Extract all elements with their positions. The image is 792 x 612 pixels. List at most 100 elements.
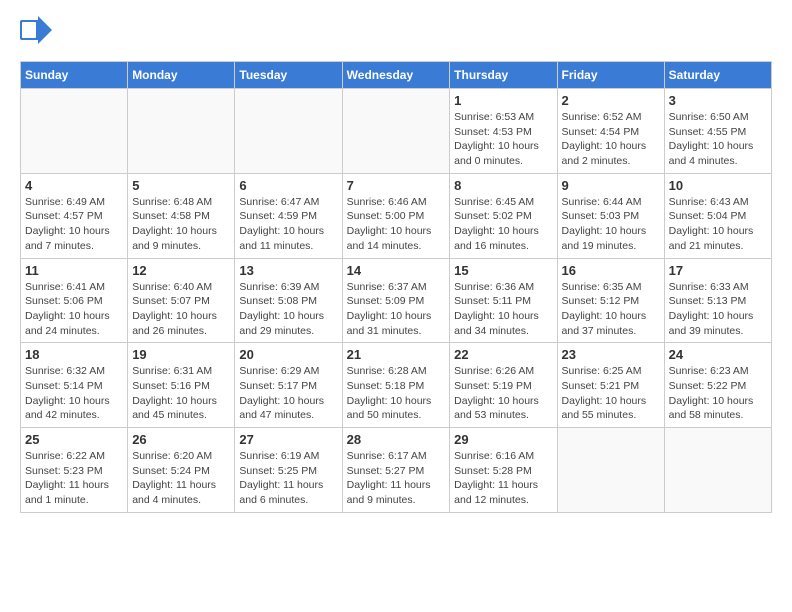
calendar-day-cell: 19 Sunrise: 6:31 AMSunset: 5:16 PMDayligh… [128, 343, 235, 428]
day-info: Sunrise: 6:46 AMSunset: 5:00 PMDaylight:… [347, 195, 446, 254]
day-number: 10 [669, 178, 767, 193]
calendar-day-cell [21, 89, 128, 174]
day-info: Sunrise: 6:26 AMSunset: 5:19 PMDaylight:… [454, 364, 552, 423]
calendar-day-cell: 28 Sunrise: 6:17 AMSunset: 5:27 PMDayligh… [342, 428, 450, 513]
day-info: Sunrise: 6:36 AMSunset: 5:11 PMDaylight:… [454, 280, 552, 339]
day-info: Sunrise: 6:29 AMSunset: 5:17 PMDaylight:… [239, 364, 337, 423]
day-number: 2 [562, 93, 660, 108]
day-number: 19 [132, 347, 230, 362]
day-info: Sunrise: 6:23 AMSunset: 5:22 PMDaylight:… [669, 364, 767, 423]
day-number: 15 [454, 263, 552, 278]
calendar-day-cell: 15 Sunrise: 6:36 AMSunset: 5:11 PMDayligh… [450, 258, 557, 343]
calendar-day-cell [557, 428, 664, 513]
day-number: 8 [454, 178, 552, 193]
day-info: Sunrise: 6:40 AMSunset: 5:07 PMDaylight:… [132, 280, 230, 339]
day-info: Sunrise: 6:32 AMSunset: 5:14 PMDaylight:… [25, 364, 123, 423]
calendar-day-cell: 22 Sunrise: 6:26 AMSunset: 5:19 PMDayligh… [450, 343, 557, 428]
day-info: Sunrise: 6:52 AMSunset: 4:54 PMDaylight:… [562, 110, 660, 169]
day-number: 13 [239, 263, 337, 278]
day-info: Sunrise: 6:49 AMSunset: 4:57 PMDaylight:… [25, 195, 123, 254]
day-info: Sunrise: 6:31 AMSunset: 5:16 PMDaylight:… [132, 364, 230, 423]
day-info: Sunrise: 6:44 AMSunset: 5:03 PMDaylight:… [562, 195, 660, 254]
calendar-day-cell: 23Sunrise: 6:25 AMSunset: 5:21 PMDayligh… [557, 343, 664, 428]
day-number: 22 [454, 347, 552, 362]
weekday-header-cell: Friday [557, 62, 664, 89]
day-info: Sunrise: 6:43 AMSunset: 5:04 PMDaylight:… [669, 195, 767, 254]
day-number: 29 [454, 432, 552, 447]
logo [20, 16, 56, 49]
calendar-day-cell: 4 Sunrise: 6:49 AMSunset: 4:57 PMDaylight… [21, 173, 128, 258]
day-number: 3 [669, 93, 767, 108]
calendar-day-cell: 29 Sunrise: 6:16 AMSunset: 5:28 PMDayligh… [450, 428, 557, 513]
calendar-day-cell: 3 Sunrise: 6:50 AMSunset: 4:55 PMDaylight… [664, 89, 771, 174]
day-number: 26 [132, 432, 230, 447]
calendar-week-row: 1 Sunrise: 6:53 AMSunset: 4:53 PMDaylight… [21, 89, 772, 174]
day-number: 5 [132, 178, 230, 193]
day-info: Sunrise: 6:17 AMSunset: 5:27 PMDaylight:… [347, 449, 446, 508]
calendar-week-row: 4 Sunrise: 6:49 AMSunset: 4:57 PMDaylight… [21, 173, 772, 258]
weekday-header-cell: Saturday [664, 62, 771, 89]
calendar-week-row: 18 Sunrise: 6:32 AMSunset: 5:14 PMDayligh… [21, 343, 772, 428]
day-number: 9 [562, 178, 660, 193]
day-number: 14 [347, 263, 446, 278]
calendar-day-cell: 21 Sunrise: 6:28 AMSunset: 5:18 PMDayligh… [342, 343, 450, 428]
calendar-day-cell: 25 Sunrise: 6:22 AMSunset: 5:23 PMDayligh… [21, 428, 128, 513]
calendar-day-cell: 17Sunrise: 6:33 AMSunset: 5:13 PMDayligh… [664, 258, 771, 343]
day-info: Sunrise: 6:50 AMSunset: 4:55 PMDaylight:… [669, 110, 767, 169]
calendar-day-cell: 24 Sunrise: 6:23 AMSunset: 5:22 PMDayligh… [664, 343, 771, 428]
calendar-day-cell [342, 89, 450, 174]
calendar-day-cell [664, 428, 771, 513]
weekday-header: SundayMondayTuesdayWednesdayThursdayFrid… [21, 62, 772, 89]
day-number: 17 [669, 263, 767, 278]
day-number: 4 [25, 178, 123, 193]
day-number: 25 [25, 432, 123, 447]
day-number: 24 [669, 347, 767, 362]
calendar-day-cell: 7 Sunrise: 6:46 AMSunset: 5:00 PMDaylight… [342, 173, 450, 258]
calendar-week-row: 25 Sunrise: 6:22 AMSunset: 5:23 PMDayligh… [21, 428, 772, 513]
calendar-day-cell: 9 Sunrise: 6:44 AMSunset: 5:03 PMDaylight… [557, 173, 664, 258]
day-info: Sunrise: 6:53 AMSunset: 4:53 PMDaylight:… [454, 110, 552, 169]
day-number: 21 [347, 347, 446, 362]
header [20, 16, 772, 49]
calendar-day-cell: 6Sunrise: 6:47 AMSunset: 4:59 PMDaylight… [235, 173, 342, 258]
calendar-day-cell: 11 Sunrise: 6:41 AMSunset: 5:06 PMDayligh… [21, 258, 128, 343]
logo-icon [20, 16, 52, 44]
calendar-day-cell: 13Sunrise: 6:39 AMSunset: 5:08 PMDayligh… [235, 258, 342, 343]
calendar-day-cell: 1 Sunrise: 6:53 AMSunset: 4:53 PMDaylight… [450, 89, 557, 174]
calendar-day-cell: 12 Sunrise: 6:40 AMSunset: 5:07 PMDayligh… [128, 258, 235, 343]
day-info: Sunrise: 6:19 AMSunset: 5:25 PMDaylight:… [239, 449, 337, 508]
calendar-week-row: 11 Sunrise: 6:41 AMSunset: 5:06 PMDayligh… [21, 258, 772, 343]
day-info: Sunrise: 6:41 AMSunset: 5:06 PMDaylight:… [25, 280, 123, 339]
weekday-header-cell: Wednesday [342, 62, 450, 89]
day-number: 6 [239, 178, 337, 193]
calendar-day-cell: 8 Sunrise: 6:45 AMSunset: 5:02 PMDaylight… [450, 173, 557, 258]
calendar-day-cell: 16Sunrise: 6:35 AMSunset: 5:12 PMDayligh… [557, 258, 664, 343]
calendar-day-cell: 20Sunrise: 6:29 AMSunset: 5:17 PMDayligh… [235, 343, 342, 428]
day-info: Sunrise: 6:16 AMSunset: 5:28 PMDaylight:… [454, 449, 552, 508]
day-info: Sunrise: 6:37 AMSunset: 5:09 PMDaylight:… [347, 280, 446, 339]
day-info: Sunrise: 6:22 AMSunset: 5:23 PMDaylight:… [25, 449, 123, 508]
calendar-day-cell: 14 Sunrise: 6:37 AMSunset: 5:09 PMDayligh… [342, 258, 450, 343]
day-number: 12 [132, 263, 230, 278]
day-number: 7 [347, 178, 446, 193]
day-info: Sunrise: 6:25 AMSunset: 5:21 PMDaylight:… [562, 364, 660, 423]
day-number: 1 [454, 93, 552, 108]
day-info: Sunrise: 6:45 AMSunset: 5:02 PMDaylight:… [454, 195, 552, 254]
weekday-header-cell: Monday [128, 62, 235, 89]
weekday-header-cell: Tuesday [235, 62, 342, 89]
day-info: Sunrise: 6:48 AMSunset: 4:58 PMDaylight:… [132, 195, 230, 254]
calendar-day-cell [128, 89, 235, 174]
day-number: 28 [347, 432, 446, 447]
calendar-day-cell: 26Sunrise: 6:20 AMSunset: 5:24 PMDayligh… [128, 428, 235, 513]
day-number: 16 [562, 263, 660, 278]
day-number: 27 [239, 432, 337, 447]
calendar-day-cell: 18 Sunrise: 6:32 AMSunset: 5:14 PMDayligh… [21, 343, 128, 428]
calendar-day-cell: 2 Sunrise: 6:52 AMSunset: 4:54 PMDaylight… [557, 89, 664, 174]
day-number: 11 [25, 263, 123, 278]
day-number: 18 [25, 347, 123, 362]
calendar-day-cell: 10 Sunrise: 6:43 AMSunset: 5:04 PMDayligh… [664, 173, 771, 258]
calendar-day-cell: 5 Sunrise: 6:48 AMSunset: 4:58 PMDaylight… [128, 173, 235, 258]
calendar-body: 1 Sunrise: 6:53 AMSunset: 4:53 PMDaylight… [21, 89, 772, 513]
weekday-header-cell: Thursday [450, 62, 557, 89]
day-info: Sunrise: 6:28 AMSunset: 5:18 PMDaylight:… [347, 364, 446, 423]
